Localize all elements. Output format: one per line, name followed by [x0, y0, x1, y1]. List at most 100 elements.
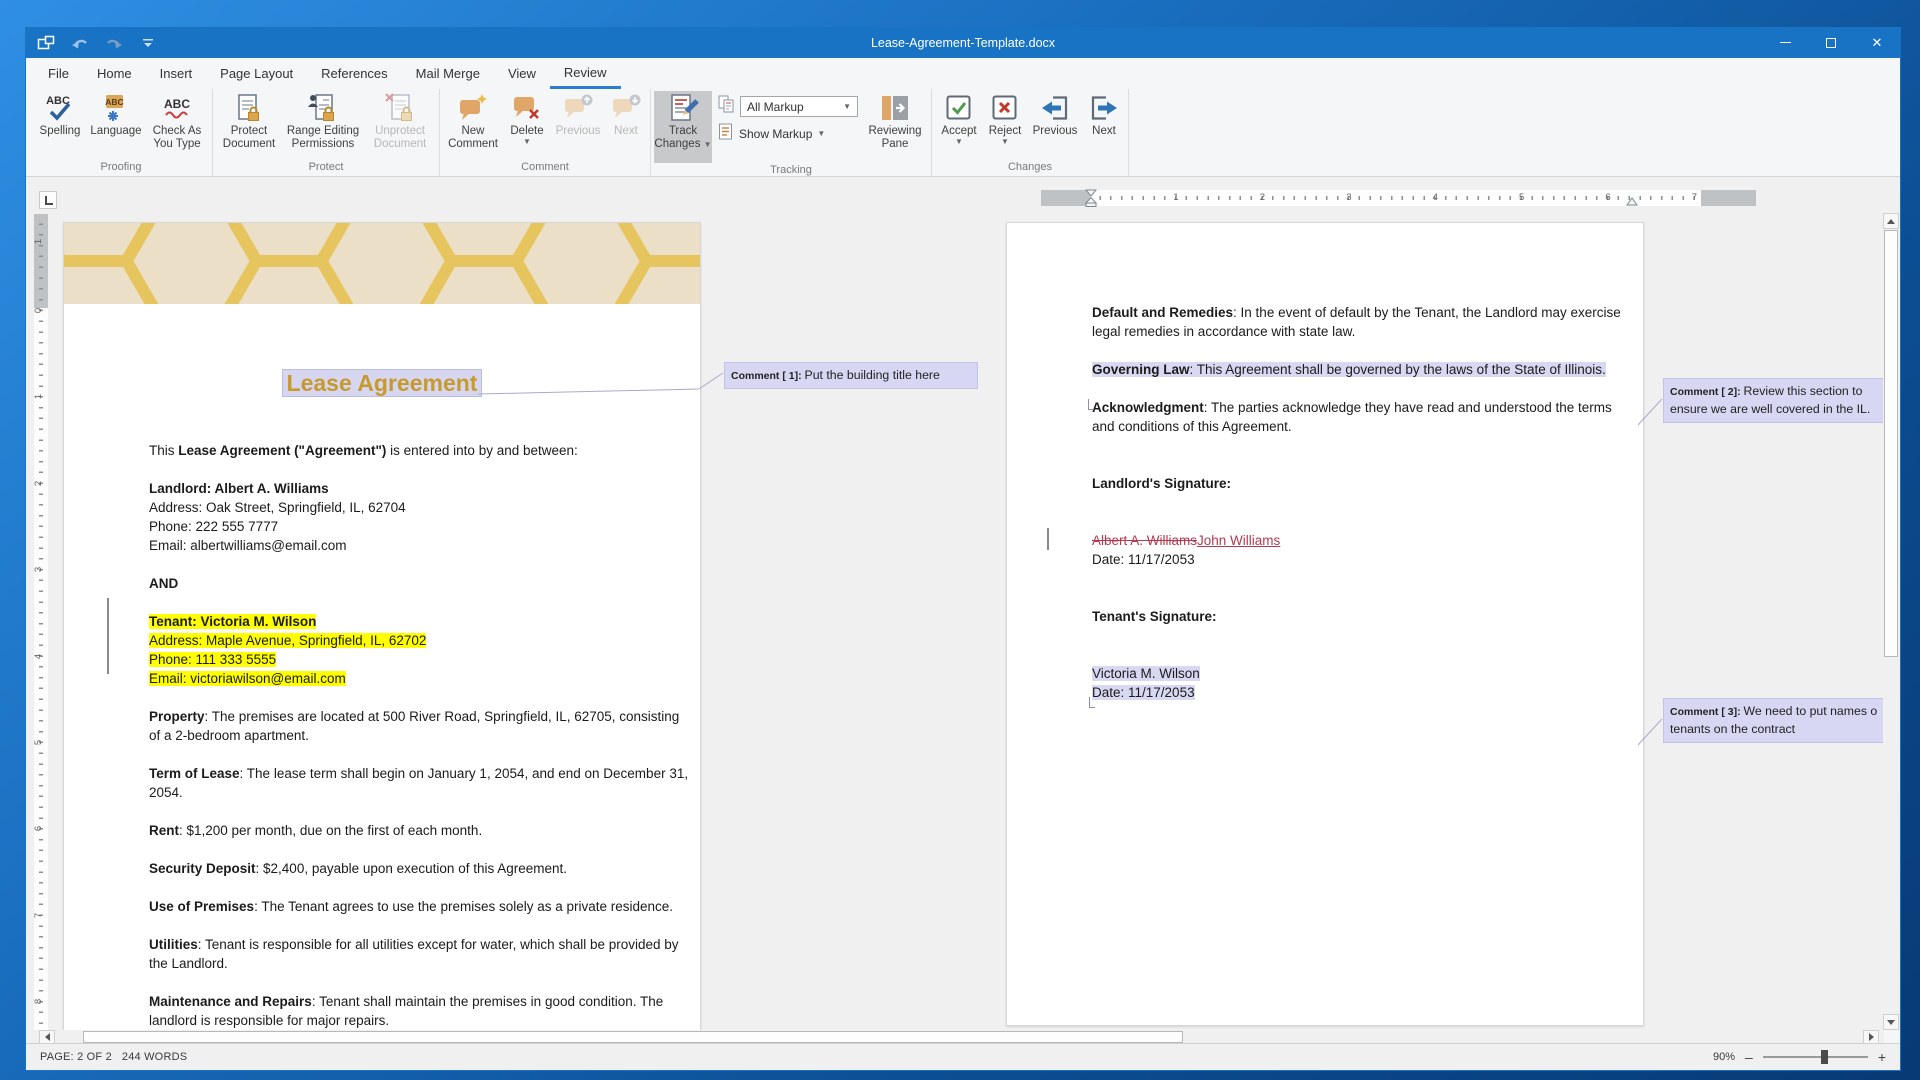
previous-comment-icon — [562, 93, 594, 123]
document-paragraph — [149, 593, 690, 612]
vertical-scrollbar[interactable] — [1883, 177, 1899, 1030]
ruler-number: 4 — [33, 653, 44, 658]
scroll-right-button[interactable] — [1863, 1030, 1879, 1044]
previous-comment-button: Previous — [551, 91, 605, 159]
minimize-icon — [1780, 42, 1791, 43]
document-paragraph — [1092, 569, 1633, 588]
ribbon-tabs: FileHomeInsertPage LayoutReferencesMail … — [26, 58, 1900, 89]
document-paragraph: This Lease Agreement ("Agreement") is en… — [149, 441, 690, 460]
document-paragraph — [1092, 436, 1633, 455]
arrow-left-icon — [45, 1033, 50, 1041]
document-paragraph — [149, 916, 690, 935]
language-button[interactable]: ABC Language — [87, 91, 145, 159]
horizontal-ruler[interactable]: 1234567 — [1041, 190, 1756, 206]
ribbon-group-protect: ProtectDocument Range EditingPermi — [213, 89, 440, 176]
reviewing-pane-button[interactable]: ReviewingPane — [862, 91, 928, 159]
zoom-slider-thumb[interactable] — [1821, 1050, 1828, 1064]
indent-markers-icon[interactable] — [1083, 189, 1099, 207]
comment-label: Comment [ 2]: — [1670, 386, 1744, 398]
close-button[interactable]: ✕ — [1854, 27, 1900, 58]
vertical-ruler[interactable]: 1012345678 — [34, 214, 48, 1030]
comment-label: Comment [ 3]: — [1670, 706, 1744, 718]
tab-file[interactable]: File — [34, 58, 83, 89]
comment-2[interactable]: Comment [ 2]: Review this section toensu… — [1663, 378, 1885, 423]
vertical-scroll-thumb[interactable] — [1884, 230, 1898, 657]
tab-page-layout[interactable]: Page Layout — [206, 58, 307, 89]
tab-insert[interactable]: Insert — [146, 58, 207, 89]
tab-references[interactable]: References — [307, 58, 401, 89]
document-paragraph: Maintenance and Repairs: Tenant shall ma… — [149, 992, 690, 1030]
protect-document-button[interactable]: ProtectDocument — [216, 91, 282, 159]
word-count: 244 WORDS — [122, 1051, 187, 1063]
spelling-button[interactable]: ABC Spelling — [33, 91, 87, 159]
check-as-you-type-button[interactable]: ABC Check AsYou Type — [145, 91, 209, 159]
previous-change-icon — [1039, 93, 1071, 123]
document-paragraph: Acknowledgment: The parties acknowledge … — [1092, 398, 1633, 436]
minimize-button[interactable] — [1762, 27, 1808, 58]
maximize-button[interactable] — [1808, 27, 1854, 58]
maximize-icon — [1826, 38, 1836, 48]
arrow-down-icon — [1887, 1020, 1895, 1025]
page2-body[interactable]: Default and Remedies: In the event of de… — [1007, 223, 1643, 702]
comment-1[interactable]: Comment [ 1]: Put the building title her… — [724, 362, 978, 389]
ruler-number: 2 — [33, 481, 44, 486]
right-indent-marker-icon[interactable] — [1625, 196, 1639, 206]
document-paragraph — [1092, 588, 1633, 607]
document-paragraph: Property: The premises are located at 50… — [149, 707, 690, 745]
document-title[interactable]: Lease Agreement — [64, 369, 700, 397]
markup-dropdown[interactable]: All Markup ▼ — [740, 96, 858, 117]
ruler-number: 0 — [33, 308, 44, 313]
next-change-button[interactable]: Next — [1083, 91, 1125, 159]
zoom-in-button[interactable]: + — [1878, 1050, 1886, 1064]
ruler-number: 4 — [1433, 192, 1438, 203]
previous-change-button[interactable]: Previous — [1027, 91, 1083, 159]
track-changes-button[interactable]: TrackChanges ▼ — [654, 91, 712, 163]
accept-button[interactable]: Accept ▼ — [935, 91, 983, 159]
document-page-2[interactable]: Default and Remedies: In the event of de… — [1006, 222, 1644, 1026]
document-paragraph: Email: victoriawilson@email.com — [149, 669, 690, 688]
ruler-number: 1 — [33, 239, 44, 244]
document-page-1[interactable]: Lease Agreement This Lease Agreement ("A… — [63, 222, 701, 1030]
document-paragraph — [1092, 379, 1633, 398]
show-markup-icon — [718, 123, 734, 145]
tab-selector[interactable] — [39, 191, 57, 209]
scroll-left-button[interactable] — [39, 1030, 55, 1044]
document-paragraph: Governing Law: This Agreement shall be g… — [1092, 360, 1633, 379]
ribbon: ABC Spelling ABC — [26, 89, 1900, 177]
change-bar — [1047, 528, 1049, 550]
change-bar — [107, 598, 109, 674]
show-markup-button[interactable]: Show Markup ▼ — [718, 123, 858, 145]
scroll-up-button[interactable] — [1883, 213, 1899, 229]
tab-view[interactable]: View — [494, 58, 550, 89]
delete-comment-button[interactable]: Delete ▼ — [503, 91, 551, 159]
dropdown-caret-icon: ▼ — [955, 138, 963, 146]
horizontal-scrollbar[interactable] — [26, 1030, 1884, 1044]
status-bar: PAGE: 2 OF 2 244 WORDS 90% – + — [26, 1043, 1900, 1070]
range-editing-permissions-button[interactable]: Range EditingPermissions — [282, 91, 364, 159]
ruler-number: 7 — [1692, 192, 1697, 203]
zoom-slider[interactable] — [1763, 1056, 1868, 1058]
page1-body[interactable]: This Lease Agreement ("Agreement") is en… — [64, 441, 700, 1030]
window-controls: ✕ — [1762, 27, 1900, 58]
group-label-protect: Protect — [216, 160, 436, 176]
group-label-proofing: Proofing — [33, 160, 209, 176]
horizontal-scroll-thumb[interactable] — [83, 1031, 1183, 1043]
chevron-down-icon: ▼ — [843, 103, 851, 111]
chevron-down-icon: ▼ — [817, 130, 825, 138]
left-tab-icon — [45, 196, 53, 205]
reject-button[interactable]: Reject ▼ — [983, 91, 1027, 159]
document-paragraph: Rent: $1,200 per month, due on the first… — [149, 821, 690, 840]
status-info: PAGE: 2 OF 2 244 WORDS — [26, 1051, 187, 1063]
document-paragraph — [1092, 626, 1633, 645]
document-paragraph: Address: Maple Avenue, Springfield, IL, … — [149, 631, 690, 650]
tab-home[interactable]: Home — [83, 58, 146, 89]
scroll-down-button[interactable] — [1883, 1014, 1899, 1030]
comment-3[interactable]: Comment [ 3]: We need to put names otena… — [1663, 698, 1885, 743]
new-comment-button[interactable]: NewComment — [443, 91, 503, 159]
document-paragraph: Default and Remedies: In the event of de… — [1092, 303, 1633, 341]
document-paragraph: Phone: 111 333 5555 — [149, 650, 690, 669]
next-comment-button: Next — [605, 91, 647, 159]
tab-mail-merge[interactable]: Mail Merge — [402, 58, 494, 89]
zoom-out-button[interactable]: – — [1745, 1050, 1753, 1064]
tab-review[interactable]: Review — [550, 58, 621, 89]
